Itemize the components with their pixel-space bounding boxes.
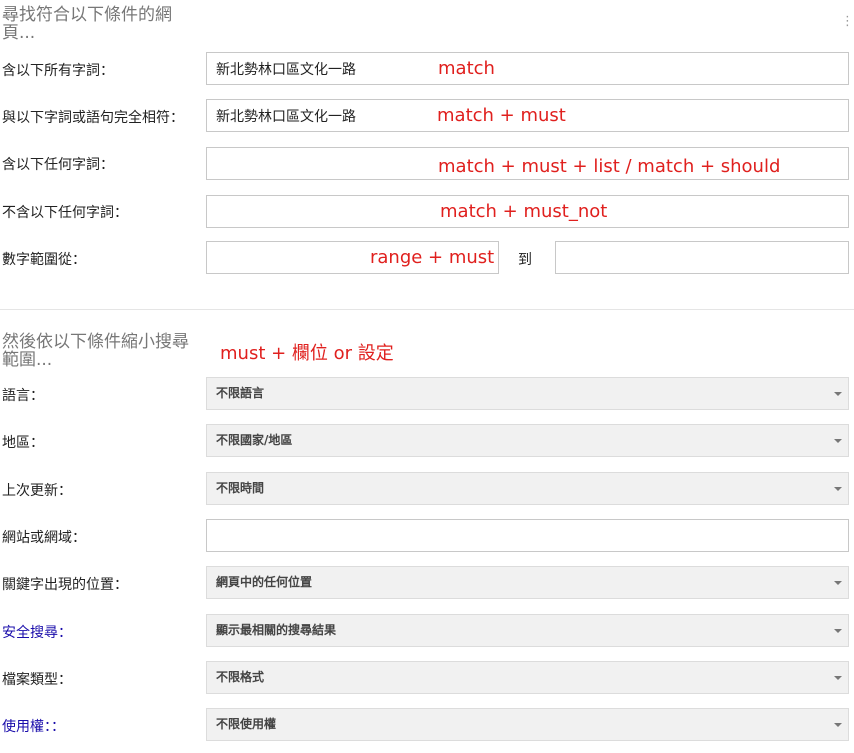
file-type-select-value: 不限格式 (216, 670, 265, 684)
file-type-select[interactable]: 不限格式 (206, 661, 849, 694)
section2-title-line1: 然後依以下條件縮小搜尋 (2, 332, 189, 352)
chevron-down-icon (834, 723, 842, 727)
terms-appearing-select-value: 網頁中的任何位置 (216, 575, 313, 589)
language-label: 語言： (2, 388, 44, 404)
section-title-line1: 尋找符合以下條件的網 (2, 5, 172, 25)
file-type-label: 檔案類型： (2, 672, 72, 688)
safesearch-label[interactable]: 安全搜尋： (2, 622, 72, 642)
language-select-value: 不限語言 (216, 386, 265, 400)
terms-appearing-select[interactable]: 網頁中的任何位置 (206, 566, 849, 599)
section-title-find: 尋找符合以下條件的網 頁... (2, 6, 192, 42)
language-select[interactable]: 不限語言 (206, 377, 849, 410)
all-words-label: 含以下所有字詞： (2, 63, 114, 79)
section-title-narrow: 然後依以下條件縮小搜尋 範圍... (2, 333, 192, 369)
annotation-range: range + must (370, 247, 495, 268)
range-to-label: 到 (518, 252, 532, 268)
terms-appearing-label: 關鍵字出現的位置： (2, 577, 128, 593)
usage-rights-select[interactable]: 不限使用權 (206, 708, 849, 741)
annotation-should: match + must + list / match + should (438, 156, 781, 177)
range-to-input[interactable] (555, 241, 849, 274)
any-words-label: 含以下任何字詞： (2, 157, 114, 173)
all-words-input[interactable]: 新北勢林口區文化一路 (206, 52, 849, 85)
last-update-select[interactable]: 不限時間 (206, 472, 849, 505)
chevron-down-icon (834, 487, 842, 491)
range-label: 數字範圍從： (2, 252, 86, 268)
chevron-down-icon (834, 629, 842, 633)
last-update-select-value: 不限時間 (216, 481, 265, 495)
usage-rights-label[interactable]: 使用權：： (2, 716, 65, 736)
usage-rights-select-value: 不限使用權 (216, 717, 277, 731)
safesearch-select-value: 顯示最相關的搜尋結果 (216, 623, 337, 637)
more-icon[interactable]: ⋮ (841, 14, 854, 29)
region-label: 地區： (2, 435, 44, 451)
site-domain-label: 網站或網域： (2, 530, 86, 546)
section-title-line2: 頁... (2, 23, 36, 43)
chevron-down-icon (834, 676, 842, 680)
section2-title-line2: 範圍... (2, 350, 53, 370)
last-update-label: 上次更新： (2, 483, 72, 499)
safesearch-select[interactable]: 顯示最相關的搜尋結果 (206, 614, 849, 647)
region-select-value: 不限國家/地區 (216, 433, 293, 447)
annotation-match: match (438, 58, 495, 79)
section-divider (0, 309, 854, 310)
annotation-fields: must + 欄位 or 設定 (220, 343, 394, 364)
region-select[interactable]: 不限國家/地區 (206, 424, 849, 457)
exact-phrase-label: 與以下字詞或語句完全相符： (2, 110, 184, 126)
chevron-down-icon (834, 392, 842, 396)
none-words-label: 不含以下任何字詞： (2, 205, 128, 221)
annotation-must-not: match + must_not (440, 201, 608, 222)
chevron-down-icon (834, 439, 842, 443)
site-domain-input[interactable] (206, 519, 849, 552)
annotation-match-must: match + must (437, 105, 566, 126)
chevron-down-icon (834, 581, 842, 585)
